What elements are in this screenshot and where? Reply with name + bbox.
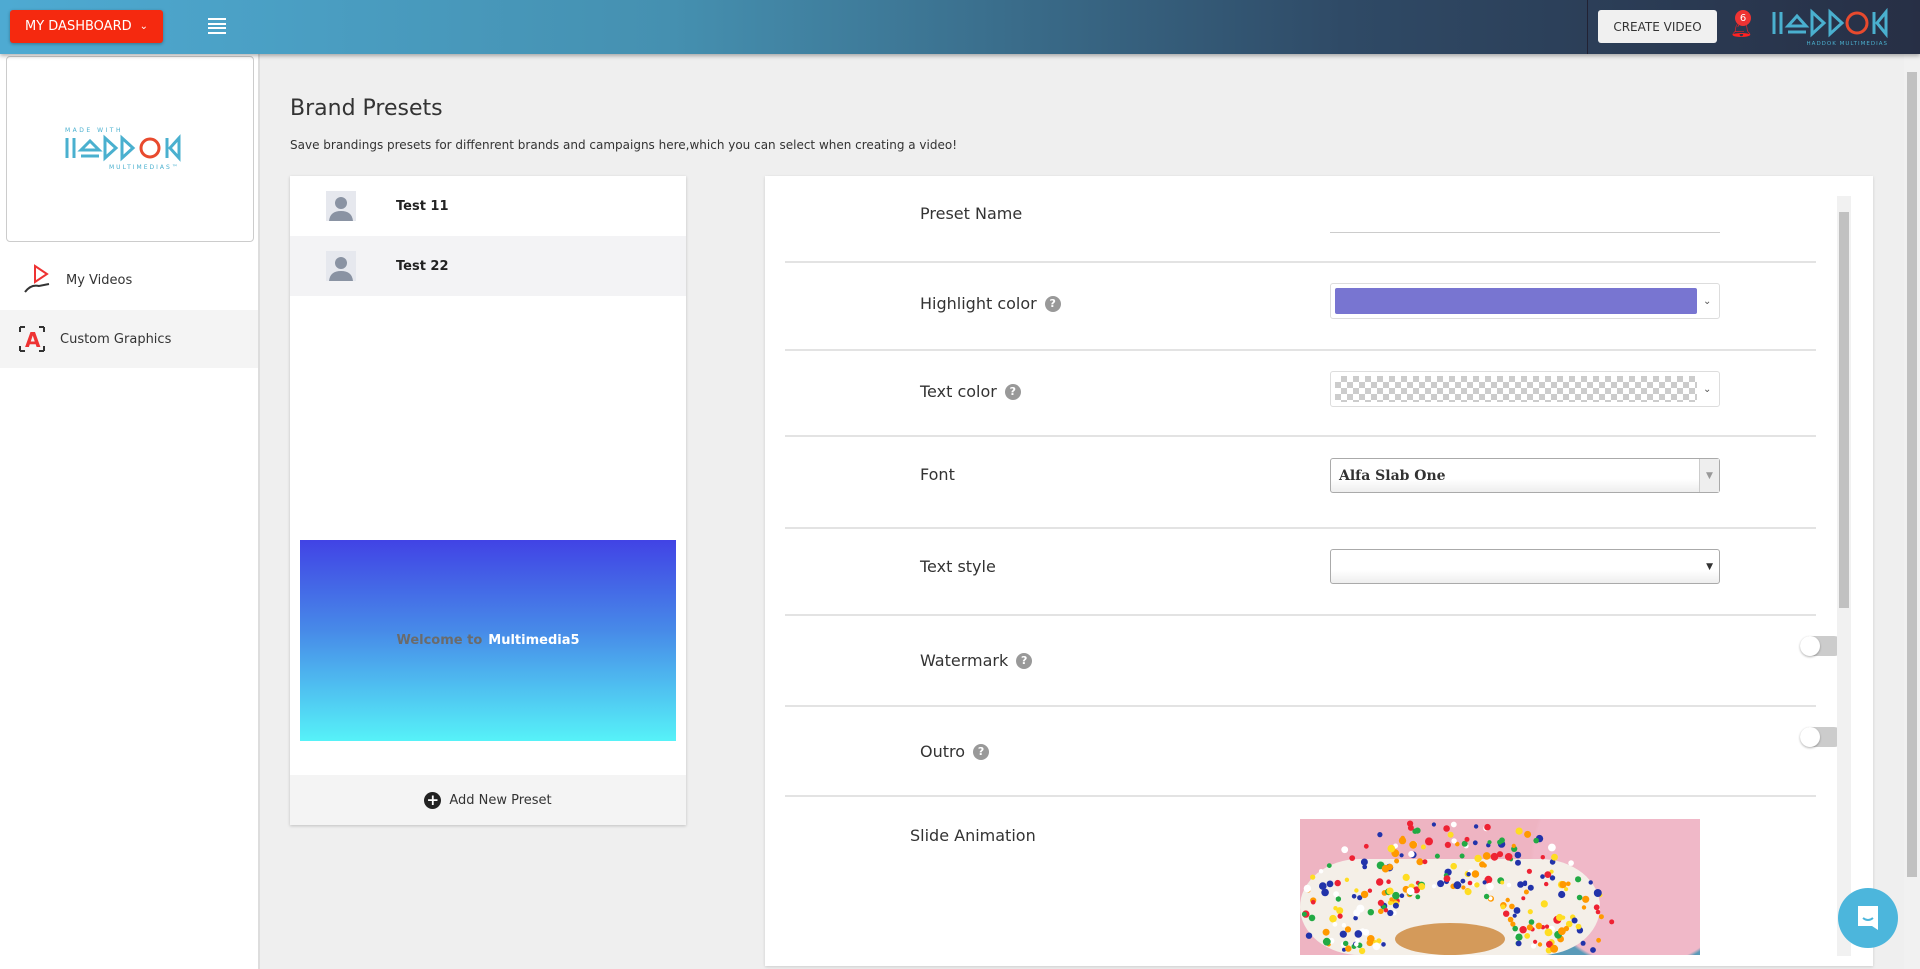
- preset-form-card: Preset Name Highlight color? ⌄ Text colo…: [765, 176, 1873, 966]
- text-style-select[interactable]: ▼: [1330, 549, 1720, 584]
- avatar-icon: [326, 251, 356, 281]
- svg-text:MADE WITH: MADE WITH: [65, 127, 123, 134]
- chevron-down-icon: ⌄: [1703, 383, 1712, 395]
- preset-preview: Welcome to Multimedia5: [300, 540, 676, 741]
- preset-list-card: Test 11 Test 22 Welcome to Multimedia5 +…: [290, 176, 686, 825]
- avatar-icon: [326, 191, 356, 221]
- preset-item[interactable]: Test 22: [290, 236, 686, 296]
- help-icon[interactable]: ?: [973, 743, 990, 760]
- svg-text:MULTIMEDIAS™: MULTIMEDIAS™: [109, 164, 180, 171]
- transparent-color-swatch: [1335, 376, 1697, 402]
- form-row-text-color: Text color? ⌄: [785, 351, 1816, 437]
- main-content: Brand Presets Save brandings presets for…: [262, 54, 1904, 969]
- slide-animation-label: Slide Animation: [910, 826, 1036, 845]
- page-title: Brand Presets: [290, 96, 443, 121]
- plus-circle-icon: +: [424, 791, 442, 809]
- highlight-color-swatch: [1335, 288, 1697, 314]
- chevron-down-icon: ⌄: [139, 21, 148, 32]
- highlight-color-picker[interactable]: ⌄: [1330, 283, 1720, 319]
- made-with-logo-card: MADE WITH MULTIMEDIAS™: [6, 56, 254, 242]
- top-header: MY DASHBOARD ⌄ CREATE VIDEO 🔔︎ 6 HADDOK M…: [0, 0, 1920, 54]
- preset-item[interactable]: Test 11: [290, 176, 686, 236]
- donut-image: [1300, 820, 1615, 955]
- caret-down-icon: ▼: [1699, 459, 1719, 492]
- form-row-outro: Outro?: [785, 707, 1844, 797]
- sidebar-item-custom-graphics[interactable]: A Custom Graphics: [0, 310, 258, 368]
- help-icon[interactable]: ?: [1044, 295, 1061, 312]
- my-dashboard-button[interactable]: MY DASHBOARD ⌄: [10, 10, 163, 43]
- font-select[interactable]: Alfa Slab One ▼: [1330, 458, 1720, 493]
- add-new-preset-button[interactable]: + Add New Preset: [290, 775, 686, 825]
- preset-name-input[interactable]: [1330, 212, 1720, 233]
- chevron-down-icon: ⌄: [1703, 295, 1712, 307]
- sidebar-item-my-videos[interactable]: My Videos: [0, 251, 258, 309]
- brand-logo: HADDOK MULTIMEDIAS: [1772, 8, 1888, 47]
- page-scrollbar[interactable]: [1904, 54, 1920, 969]
- divider: [1587, 0, 1588, 54]
- svg-text:A: A: [25, 328, 41, 352]
- help-icon[interactable]: ?: [1016, 652, 1033, 669]
- form-row-watermark: Watermark?: [785, 616, 1844, 707]
- form-row-text-style: Text style ▼: [785, 529, 1816, 616]
- chat-launcher-button[interactable]: [1838, 888, 1898, 948]
- caret-down-icon: ▼: [1706, 561, 1713, 572]
- brand-logo-text: HADDOK MULTIMEDIAS: [1807, 41, 1888, 47]
- form-row-font: Font Alfa Slab One ▼: [785, 437, 1816, 529]
- custom-graphics-icon: A: [12, 322, 52, 356]
- form-scrollbar[interactable]: [1837, 196, 1851, 956]
- sidebar: MADE WITH MULTIMEDIAS™ My Videos A Custo…: [0, 54, 260, 969]
- page-subtitle: Save brandings presets for diffenrent br…: [290, 138, 958, 152]
- chat-icon: [1858, 906, 1878, 930]
- menu-icon[interactable]: [208, 18, 226, 34]
- text-color-picker[interactable]: ⌄: [1330, 371, 1720, 407]
- video-hand-icon: [18, 263, 58, 297]
- preset-name-label: Preset Name: [920, 204, 1023, 223]
- help-icon[interactable]: ?: [1004, 383, 1021, 400]
- notification-badge: 6: [1735, 10, 1751, 26]
- made-with-logo: MADE WITH MULTIMEDIAS™: [65, 127, 181, 171]
- slide-animation-thumbnail[interactable]: [1300, 819, 1700, 955]
- form-row-preset-name: Preset Name: [785, 176, 1816, 263]
- create-video-button[interactable]: CREATE VIDEO: [1598, 10, 1717, 43]
- form-row-highlight: Highlight color? ⌄: [785, 263, 1816, 351]
